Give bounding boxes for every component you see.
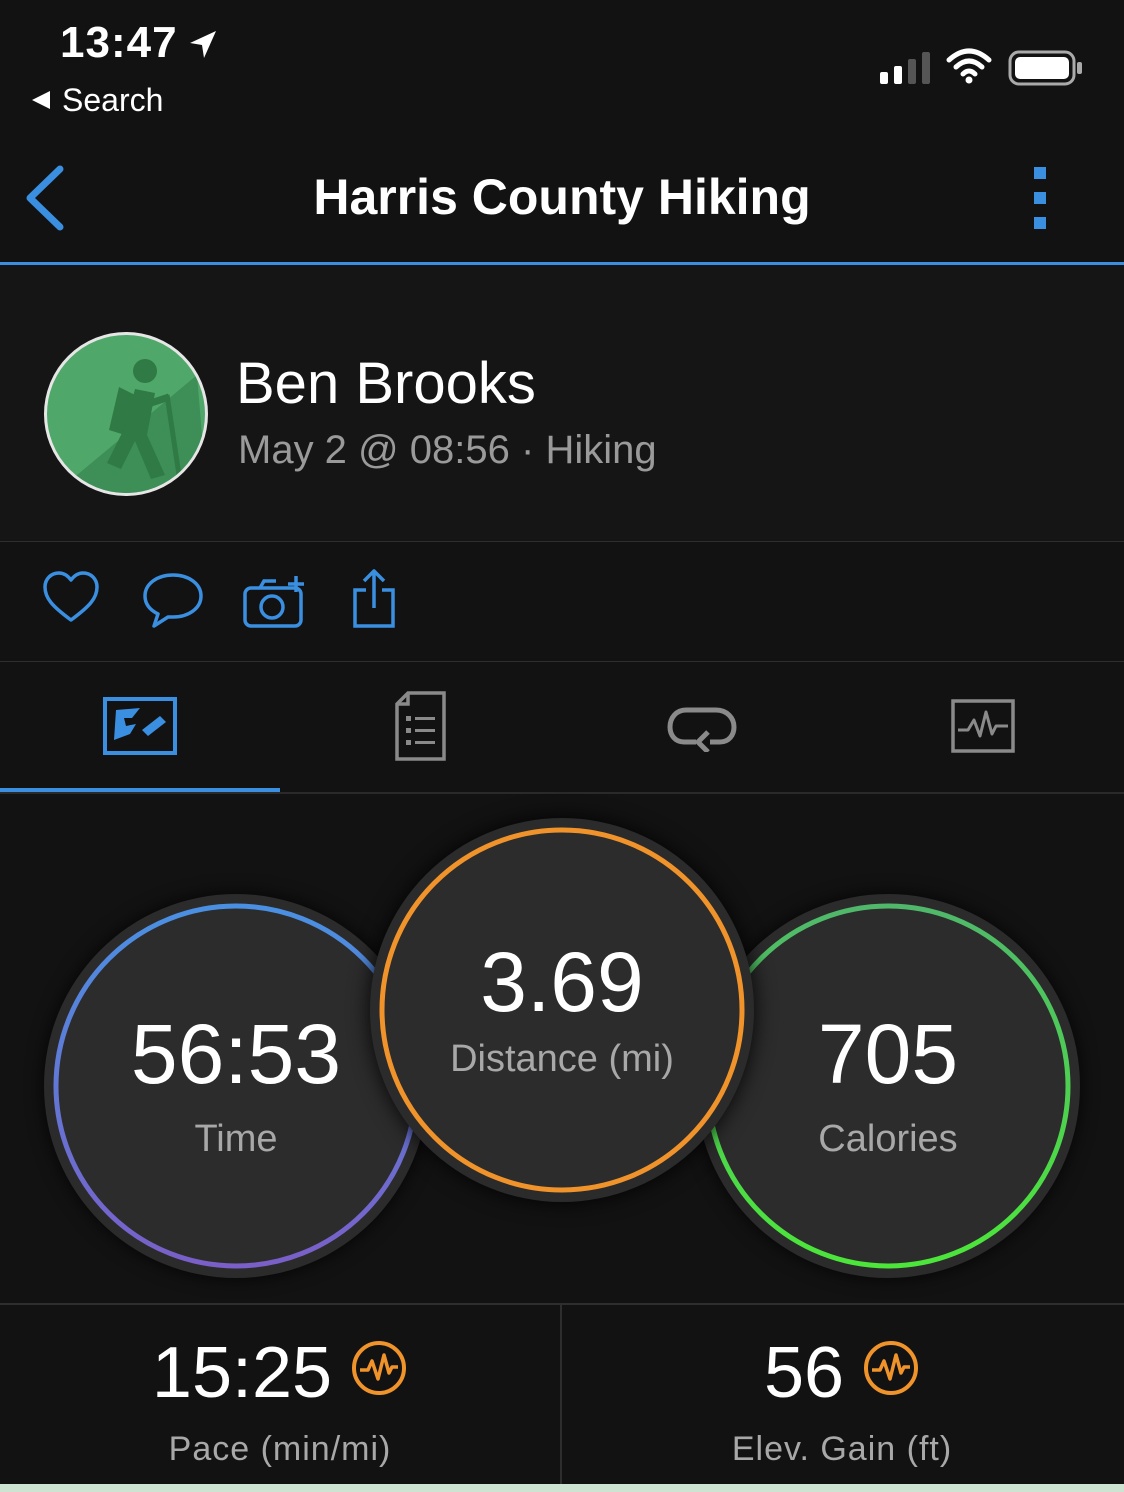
avatar[interactable] bbox=[44, 332, 208, 496]
share-icon[interactable] bbox=[350, 568, 398, 635]
section-divider bbox=[0, 541, 1124, 542]
pace-chart-icon bbox=[350, 1332, 408, 1414]
back-triangle-icon bbox=[30, 82, 52, 119]
activity-date: May 2 @ 08:56 bbox=[238, 428, 510, 472]
elevation-label: Elev. Gain (ft) bbox=[731, 1430, 953, 1468]
pace-label: Pace (min/mi) bbox=[168, 1430, 392, 1468]
tab-divider bbox=[0, 792, 1124, 794]
status-time: 13:47 bbox=[60, 18, 178, 67]
time-label: Time bbox=[194, 1117, 278, 1160]
elevation-stat[interactable]: 56 Elev. Gain (ft) bbox=[562, 1332, 1122, 1469]
distance-label: Distance (mi) bbox=[450, 1037, 674, 1080]
time-value: 56:53 bbox=[130, 1006, 342, 1101]
battery-icon bbox=[1008, 50, 1084, 91]
meta-separator: · bbox=[520, 428, 535, 472]
distance-stat: 3.69 Distance (mi) bbox=[370, 818, 754, 1202]
stats-divider bbox=[0, 1303, 1124, 1305]
activity-meta: May 2 @ 08:56 · Hiking bbox=[238, 428, 657, 473]
back-to-search[interactable]: Search bbox=[30, 82, 163, 119]
calories-label: Calories bbox=[818, 1117, 958, 1160]
overview-tab-icon[interactable] bbox=[102, 696, 178, 761]
back-to-search-label: Search bbox=[62, 82, 164, 118]
wifi-icon bbox=[946, 48, 992, 89]
location-arrow-icon bbox=[186, 28, 220, 67]
pace-value: 15:25 bbox=[151, 1333, 333, 1413]
distance-value: 3.69 bbox=[480, 934, 644, 1029]
activity-type: Hiking bbox=[545, 428, 657, 472]
page-title: Harris County Hiking bbox=[313, 169, 811, 225]
signal-icon bbox=[880, 50, 932, 89]
add-photo-icon[interactable] bbox=[242, 574, 308, 635]
hiker-icon bbox=[68, 359, 205, 493]
map-preview-edge bbox=[0, 1484, 1124, 1492]
elevation-value: 56 bbox=[763, 1333, 845, 1413]
user-name[interactable]: Ben Brooks bbox=[236, 350, 536, 417]
elevation-chart-icon bbox=[862, 1332, 920, 1414]
heart-icon[interactable] bbox=[42, 570, 100, 631]
section-divider bbox=[0, 661, 1124, 662]
charts-tab-icon[interactable] bbox=[950, 698, 1016, 759]
comment-icon[interactable] bbox=[142, 570, 204, 635]
pace-stat[interactable]: 15:25 Pace (min/mi) bbox=[0, 1332, 560, 1469]
calories-value: 705 bbox=[817, 1006, 959, 1101]
details-tab-icon[interactable] bbox=[394, 690, 448, 767]
more-options-icon[interactable] bbox=[1028, 165, 1052, 236]
laps-tab-icon[interactable] bbox=[666, 702, 738, 757]
